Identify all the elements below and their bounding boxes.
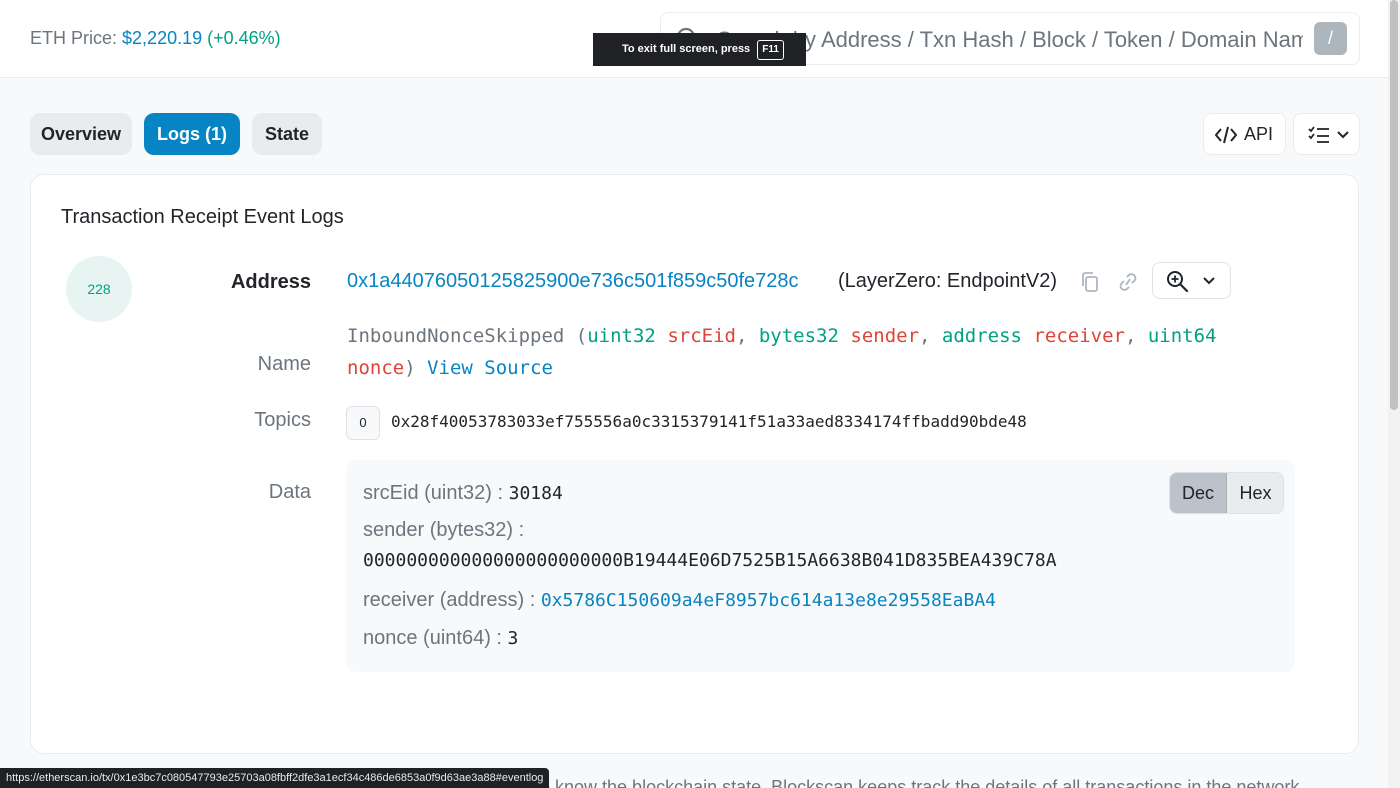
param-name: nonce: [347, 357, 405, 379]
tab-logs[interactable]: Logs (1): [144, 113, 240, 155]
data-row-label: nonce (uint64) :: [363, 627, 502, 649]
copy-icon[interactable]: [1079, 271, 1101, 293]
page-footer-text: ...to know the blockchain state. Blocksc…: [520, 777, 1315, 788]
fullscreen-tip-text: To exit full screen, press: [622, 43, 751, 55]
view-source-link[interactable]: View Source: [427, 357, 553, 379]
card-title: Transaction Receipt Event Logs: [61, 206, 344, 228]
receiver-address-link[interactable]: 0x5786C150609a4eF8957bc614a13e8e29558EaB…: [541, 590, 996, 611]
tab-overview[interactable]: Overview: [30, 113, 132, 155]
param-separator: ,: [919, 325, 942, 347]
api-button[interactable]: API: [1203, 113, 1286, 155]
event-name: InboundNonceSkipped: [347, 325, 565, 347]
api-button-label: API: [1244, 124, 1274, 144]
chevron-down-icon: [1337, 131, 1349, 139]
topic-value: 0x28f40053783033ef755556a0c3315379141f51…: [391, 412, 1027, 431]
zoom-in-icon: [1167, 271, 1189, 292]
view-options-button[interactable]: [1293, 113, 1360, 155]
param-separator: ,: [1124, 325, 1148, 347]
page-scrollbar[interactable]: [1388, 0, 1400, 788]
fullscreen-tip-key: F11: [757, 40, 784, 60]
sender-bytes-value: 000000000000000000000000B19444E06D7525B1…: [363, 550, 1057, 571]
data-row-value: 3: [507, 628, 519, 649]
data-row-srceid: srcEid (uint32) : 30184: [363, 482, 563, 505]
data-row-nonce: nonce (uint64) : 3: [363, 627, 518, 650]
data-row-sender: sender (bytes32) :: [363, 519, 524, 542]
contract-address-link[interactable]: 0x1a44076050125825900e736c501f859c50fe72…: [347, 270, 799, 293]
param-name: srcEid: [667, 325, 736, 347]
tab-state[interactable]: State: [252, 113, 322, 155]
param-type: bytes32: [758, 325, 839, 347]
name-label: Name: [257, 353, 311, 375]
eth-price-label: ETH Price:: [30, 28, 118, 48]
eth-price-value[interactable]: $2,220.19: [122, 28, 202, 48]
search-shortcut-key: /: [1314, 22, 1347, 55]
param-separator: ,: [735, 325, 759, 347]
param-type: uint32: [587, 325, 656, 347]
data-row-value: 30184: [508, 483, 563, 504]
link-icon[interactable]: [1115, 271, 1141, 293]
decoded-data-box: srcEid (uint32) : 30184 sender (bytes32)…: [346, 460, 1295, 672]
data-row-label: sender (bytes32) :: [363, 519, 525, 541]
address-filter-button[interactable]: [1152, 262, 1231, 299]
data-label: Data: [268, 481, 311, 503]
fullscreen-exit-tip: To exit full screen, press F11: [593, 33, 806, 66]
signature-open-paren: (: [564, 325, 588, 347]
topic-index: 0: [346, 406, 380, 440]
event-signature: InboundNonceSkipped (uint32 srcEid, byte…: [347, 320, 1247, 384]
param-name: sender: [850, 325, 920, 347]
scrollbar-thumb[interactable]: [1390, 0, 1398, 410]
chevron-down-icon: [1203, 277, 1215, 285]
eth-price-change: (+0.46%): [207, 28, 281, 48]
contract-name-tag: (LayerZero: EndpointV2): [838, 270, 1058, 292]
param-type: address: [941, 325, 1022, 347]
topics-label: Topics: [254, 409, 311, 431]
code-icon: [1215, 126, 1237, 144]
data-row-receiver: receiver (address) : 0x5786C150609a4eF89…: [363, 589, 996, 612]
event-logs-card: Transaction Receipt Event Logs 228 Addre…: [30, 174, 1359, 754]
data-row-label: receiver (address) :: [363, 589, 536, 611]
hex-button[interactable]: Hex: [1227, 473, 1283, 513]
dec-button[interactable]: Dec: [1170, 473, 1227, 513]
address-label: Address: [230, 271, 311, 293]
param-type: uint64: [1147, 325, 1217, 347]
data-row-label: srcEid (uint32) :: [363, 482, 504, 504]
eth-price: ETH Price: $2,220.19 (+0.46%): [30, 28, 281, 49]
list-check-icon: [1308, 126, 1329, 143]
signature-close-paren: ): [404, 357, 416, 379]
dec-hex-toggle: Dec Hex: [1169, 472, 1284, 514]
status-bar-url: https://etherscan.io/tx/0x1e3bc7c0805477…: [0, 768, 550, 788]
param-name: receiver: [1033, 325, 1125, 347]
